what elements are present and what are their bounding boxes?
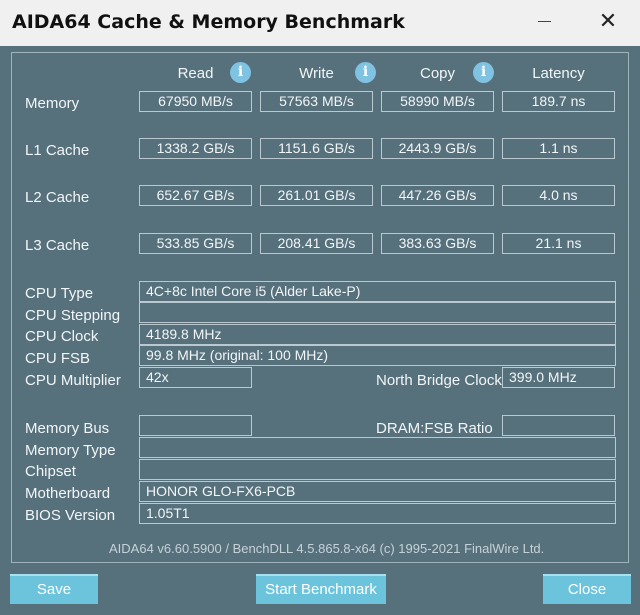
cpu-fsb-label: CPU FSB [25,350,91,367]
l2-write-value: 261.01 GB/s [260,185,373,206]
row-label-l2: L2 Cache [25,189,90,206]
start-benchmark-button[interactable]: Start Benchmark [256,574,386,604]
l3-latency-value: 21.1 ns [502,233,615,254]
memory-copy-value: 58990 MB/s [381,91,494,112]
l1-write-value: 1151.6 GB/s [260,138,373,159]
chipset-value [139,459,616,480]
l2-copy-value: 447.26 GB/s [381,185,494,206]
minimize-icon[interactable] [524,6,564,36]
l3-read-value: 533.85 GB/s [139,233,252,254]
memory-write-value: 57563 MB/s [260,91,373,112]
window-title: AIDA64 Cache & Memory Benchmark [12,11,405,33]
title-bar: AIDA64 Cache & Memory Benchmark ✕ [0,0,640,46]
cpu-stepping-value [139,302,616,323]
memory-latency-value: 189.7 ns [502,91,615,112]
info-icon-read[interactable]: i [230,62,251,83]
memory-bus-label: Memory Bus [25,420,110,437]
info-icon-copy[interactable]: i [473,62,494,83]
nb-clock-label: North Bridge Clock [376,372,502,389]
cpu-multiplier-label: CPU Multiplier [25,372,121,389]
l1-copy-value: 2443.9 GB/s [381,138,494,159]
info-icon-write[interactable]: i [355,62,376,83]
cpu-multiplier-value: 42x [139,367,252,388]
l2-read-value: 652.67 GB/s [139,185,252,206]
memory-type-value [139,437,616,458]
memory-read-value: 67950 MB/s [139,91,252,112]
row-label-l3: L3 Cache [25,237,90,254]
cpu-clock-value: 4189.8 MHz [139,324,616,345]
bios-label: BIOS Version [25,507,116,524]
chipset-label: Chipset [25,463,76,480]
dram-ratio-value [502,415,615,436]
header-latency: Latency [532,65,585,82]
cpu-type-label: CPU Type [25,285,94,302]
memory-bus-value [139,415,252,436]
close-icon[interactable]: ✕ [588,6,628,36]
cpu-fsb-value: 99.8 MHz (original: 100 MHz) [139,345,616,366]
l3-write-value: 208.41 GB/s [260,233,373,254]
bios-value: 1.05T1 [139,503,616,524]
l2-latency-value: 4.0 ns [502,185,615,206]
cpu-type-value: 4C+8c Intel Core i5 (Alder Lake-P) [139,281,616,302]
row-label-l1: L1 Cache [25,142,90,159]
l1-latency-value: 1.1 ns [502,138,615,159]
motherboard-label: Motherboard [25,485,111,502]
memory-type-label: Memory Type [25,442,116,459]
nb-clock-value: 399.0 MHz [502,367,615,388]
cpu-clock-label: CPU Clock [25,328,99,345]
cpu-stepping-label: CPU Stepping [25,307,121,324]
l3-copy-value: 383.63 GB/s [381,233,494,254]
row-label-memory: Memory [25,95,80,112]
dram-ratio-label: DRAM:FSB Ratio [376,420,493,437]
l1-read-value: 1338.2 GB/s [139,138,252,159]
save-button[interactable]: Save [10,574,98,604]
motherboard-value: HONOR GLO-FX6-PCB [139,481,616,502]
close-button[interactable]: Close [543,574,631,604]
version-text: AIDA64 v6.60.5900 / BenchDLL 4.5.865.8-x… [109,541,545,556]
